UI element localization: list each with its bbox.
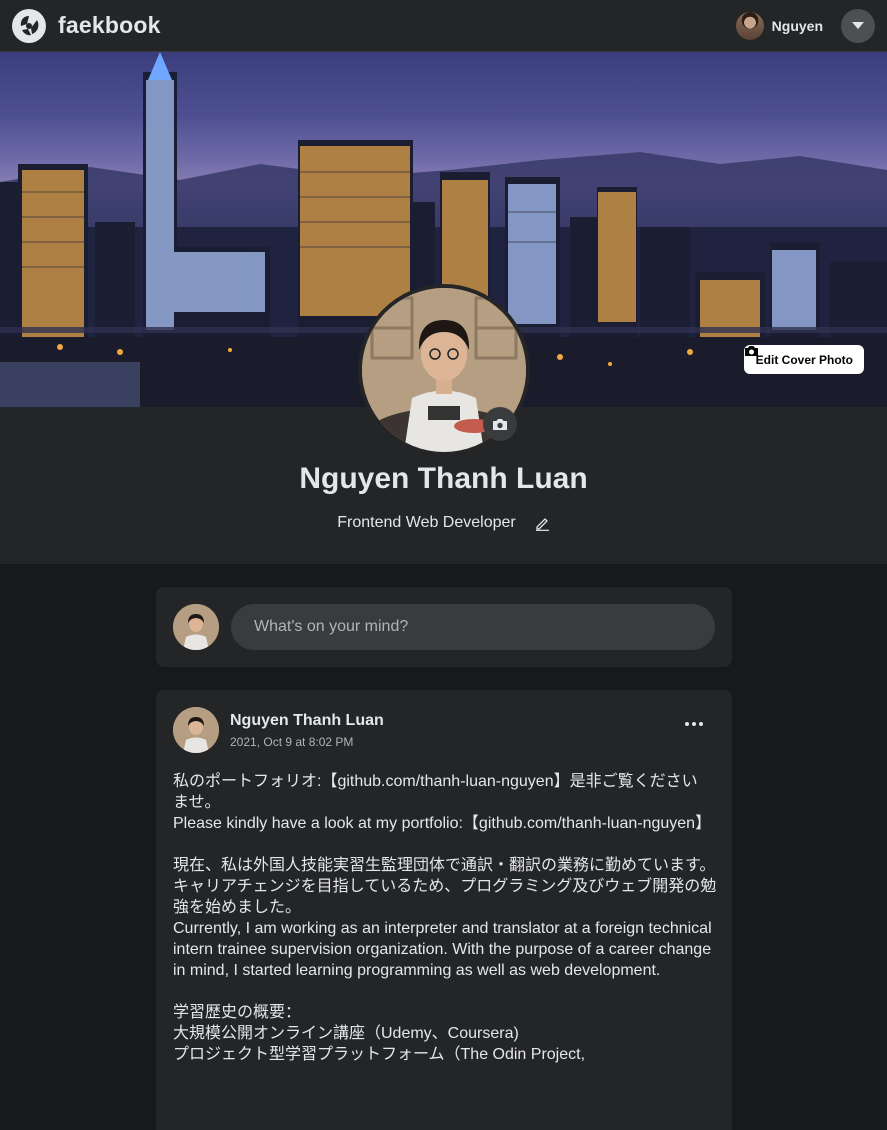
camera-icon	[493, 418, 507, 430]
avatar-image	[173, 707, 219, 753]
change-profile-picture-button[interactable]	[483, 407, 517, 441]
profile-name: Nguyen Thanh Luan	[299, 462, 588, 495]
brand[interactable]: faekbook	[12, 8, 161, 43]
more-dots-icon	[685, 722, 703, 726]
nav-user-profile-link[interactable]: Nguyen	[735, 11, 823, 40]
bio-row: Frontend Web Developer	[0, 514, 887, 532]
profile-header: Edit Cover Photo Nguyen Thanh Luan Front…	[0, 52, 887, 564]
bio-text: Frontend Web Developer	[337, 514, 516, 531]
post-paragraph: 私のポートフォリオ:【github.com/thanh-luan-nguyen】…	[173, 773, 712, 832]
composer-placeholder: What's on your mind?	[254, 618, 409, 635]
post-composer: What's on your mind?	[156, 587, 732, 667]
avatar[interactable]	[173, 604, 219, 650]
edit-cover-photo-label: Edit Cover Photo	[755, 352, 853, 367]
edit-cover-photo-button[interactable]: Edit Cover Photo	[743, 345, 864, 374]
camera-icon	[744, 346, 758, 356]
nav-right: Nguyen	[735, 8, 875, 43]
avatar	[735, 11, 764, 40]
post-timestamp[interactable]: 2021, Oct 9 at 8:02 PM	[230, 735, 384, 749]
account-menu-button[interactable]	[841, 8, 875, 43]
post-paragraph: 現在、私は外国人技能実習生監理団体で通訳・翻訳の業務に勤めています。キャリアチェ…	[173, 857, 717, 979]
post-header: Nguyen Thanh Luan 2021, Oct 9 at 8:02 PM	[173, 707, 384, 753]
whats-on-your-mind-input[interactable]: What's on your mind?	[231, 604, 715, 650]
avatar[interactable]	[173, 707, 219, 753]
post-body: 私のポートフォリオ:【github.com/thanh-luan-nguyen】…	[173, 771, 717, 1065]
avatar-image	[173, 604, 219, 650]
chevron-down-icon	[852, 21, 864, 29]
post-card: Nguyen Thanh Luan 2021, Oct 9 at 8:02 PM…	[156, 690, 732, 1130]
edit-pencil-icon[interactable]	[534, 515, 550, 531]
post-author[interactable]: Nguyen Thanh Luan	[230, 712, 384, 730]
post-meta: Nguyen Thanh Luan 2021, Oct 9 at 8:02 PM	[230, 712, 384, 749]
post-options-button[interactable]	[680, 714, 708, 734]
post-paragraph: 学習歴史の概要： 大規模公開オンライン講座（Udemy、Coursera) プロ…	[173, 1004, 586, 1063]
nav-user-name: Nguyen	[771, 17, 823, 34]
logo-icon[interactable]	[12, 8, 46, 43]
brand-name: faekbook	[58, 12, 161, 38]
top-nav: faekbook Nguyen	[0, 0, 887, 52]
